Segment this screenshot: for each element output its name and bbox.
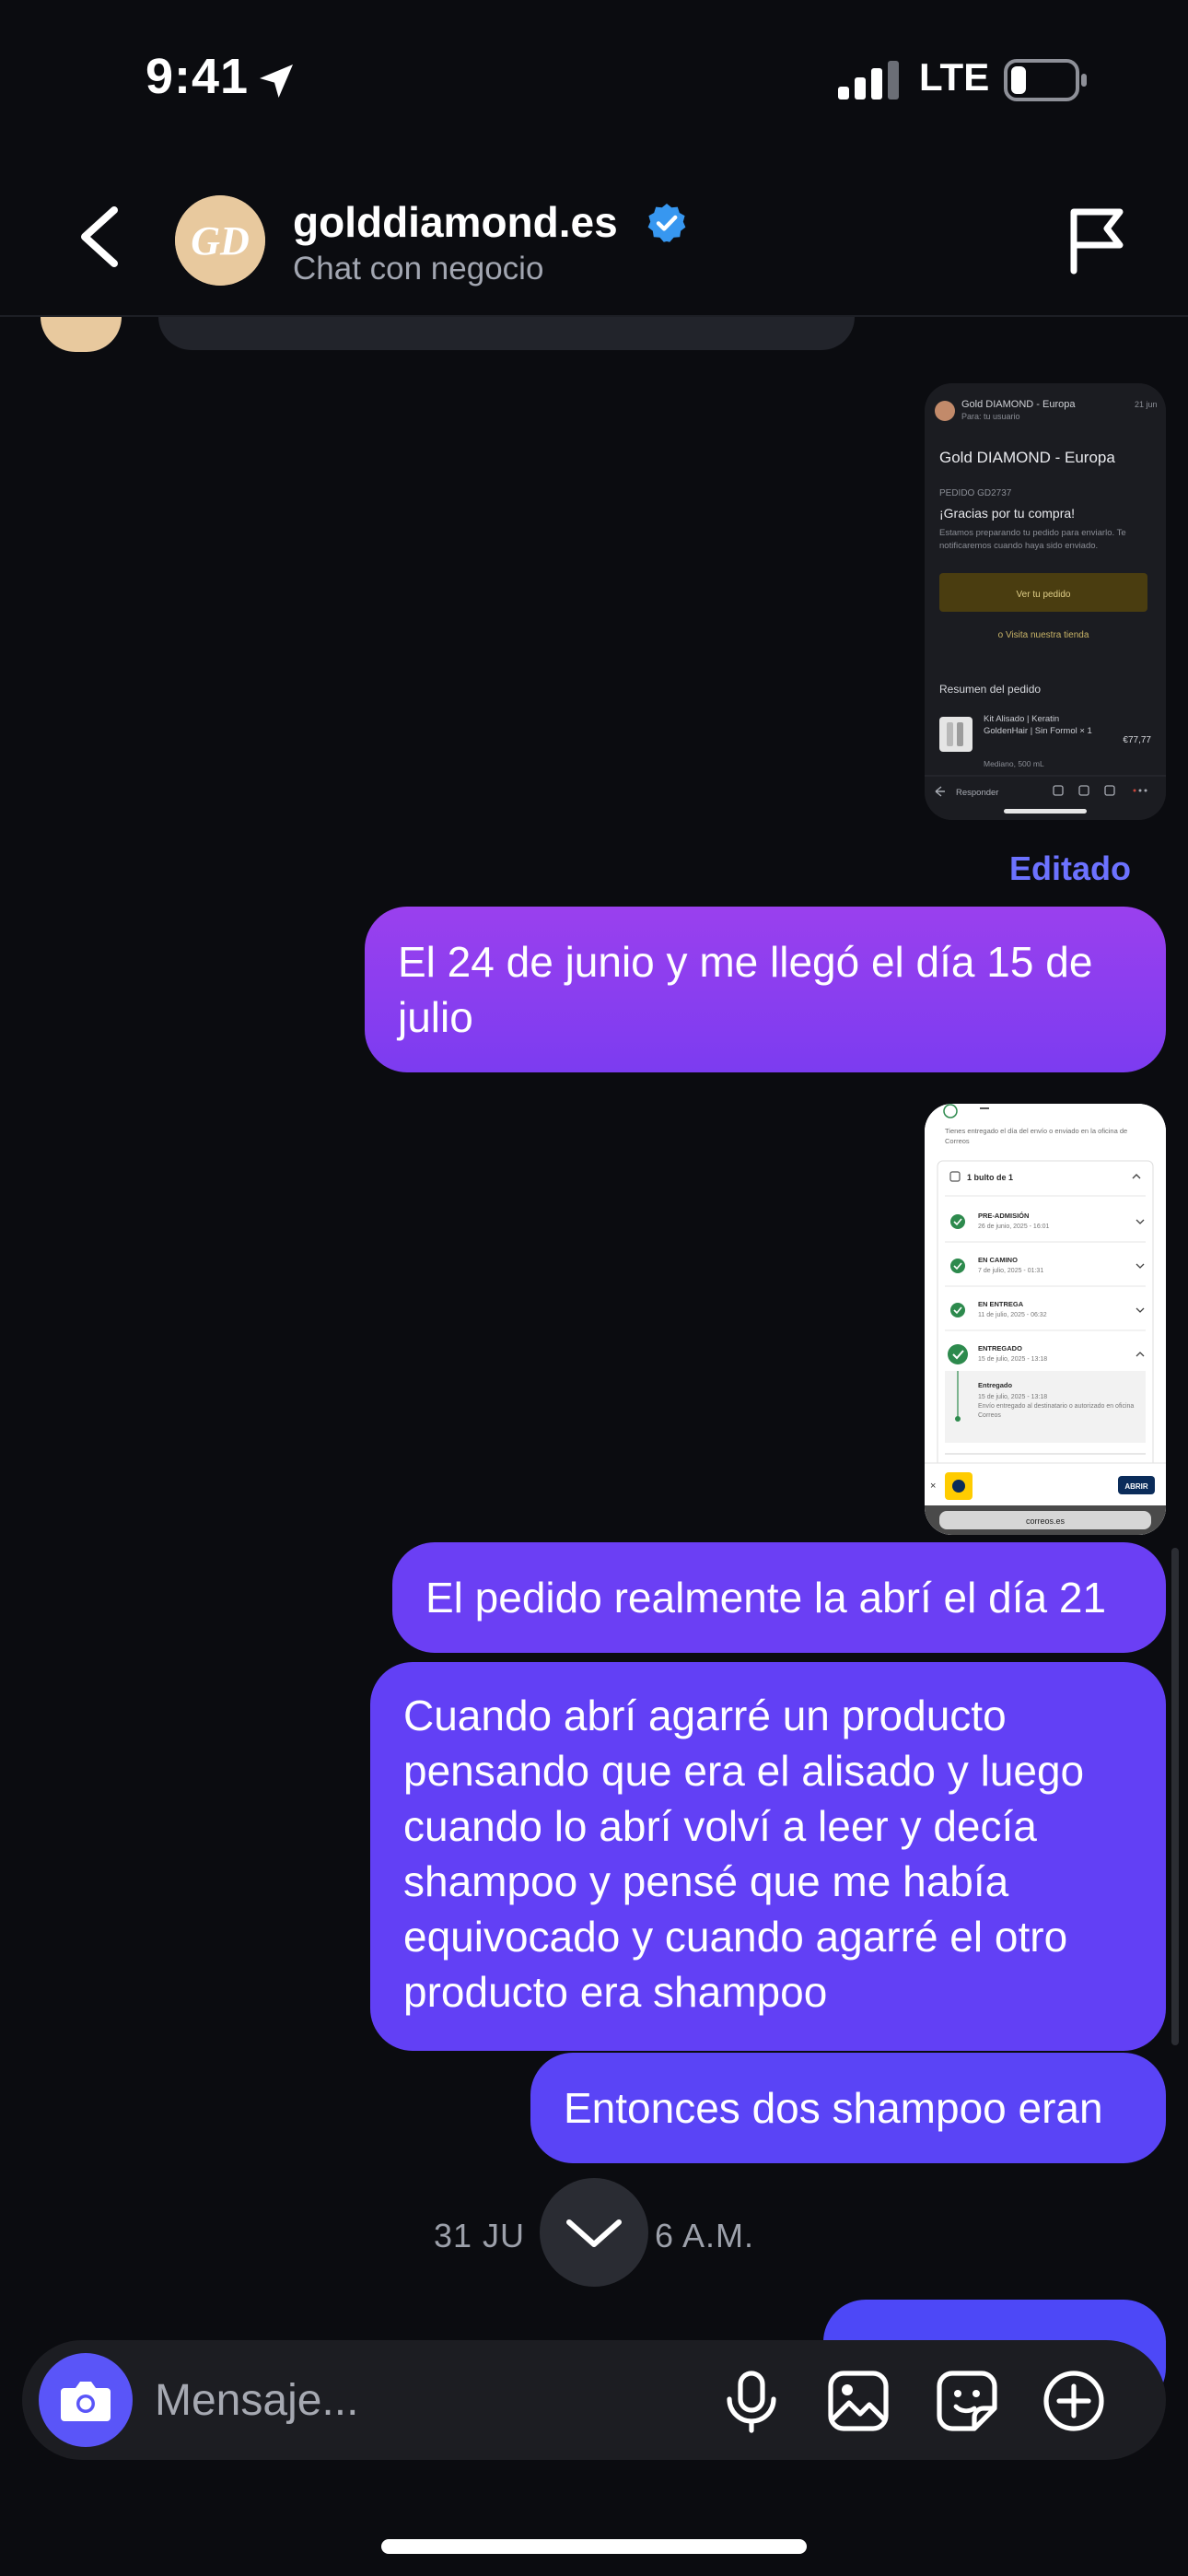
message-bubble[interactable]: Entonces dos shampoo eran <box>530 2053 1166 2163</box>
tracking-top-text: Tienes entregado el día del envío o envi… <box>945 1127 1128 1145</box>
microphone-icon[interactable] <box>718 2368 785 2434</box>
message-bubble[interactable]: Cuando abrí agarré un producto pensando … <box>370 1662 1166 2051</box>
svg-text:×: × <box>930 1481 936 1492</box>
tracking-screenshot[interactable]: Tienes entregado el día del envío o envi… <box>925 1104 1166 1535</box>
svg-text:26 de junio, 2025 - 16:01: 26 de junio, 2025 - 16:01 <box>978 1224 1050 1230</box>
sticker-icon[interactable] <box>934 2368 1000 2434</box>
email-sender-avatar <box>935 401 955 421</box>
product-name: Kit Alisado | Keratin GoldenHair | Sin F… <box>984 714 1092 736</box>
scroll-to-bottom-button[interactable] <box>540 2178 648 2287</box>
camera-icon <box>61 2382 111 2421</box>
message-bubble[interactable]: El pedido realmente la abrí el día 21 <box>392 1542 1166 1653</box>
svg-text:GD: GD <box>191 218 250 263</box>
svg-text:EN ENTREGA: EN ENTREGA <box>978 1300 1024 1308</box>
status-time: 9:41 <box>146 49 250 104</box>
image-icon[interactable] <box>825 2368 891 2434</box>
chevron-left-icon[interactable] <box>76 205 122 269</box>
business-name[interactable]: golddiamond.es <box>293 197 618 247</box>
previous-message-bubble[interactable] <box>158 317 855 350</box>
product-size: Mediano, 500 mL <box>984 759 1044 768</box>
svg-text:PRE-ADMISIÓN: PRE-ADMISIÓN <box>978 1212 1029 1220</box>
svg-text:ABRIR: ABRIR <box>1124 1482 1148 1491</box>
status-bar: 9:41 LTE <box>0 0 1188 157</box>
package-count: 1 bulto de 1 <box>967 1173 1013 1182</box>
chat-subtitle: Chat con negocio <box>293 251 544 287</box>
location-arrow-icon <box>260 64 293 98</box>
message-bubble[interactable]: El 24 de junio y me llegó el día 15 de j… <box>365 907 1166 1072</box>
battery-icon <box>1004 59 1087 101</box>
svg-text:7 de julio, 2025 - 01:31: 7 de julio, 2025 - 01:31 <box>978 1268 1043 1274</box>
delivered-detail-body: Envío entregado al destinatario o autori… <box>978 1403 1135 1419</box>
verified-badge-icon <box>647 204 686 242</box>
delivered-detail-date: 15 de julio, 2025 - 13:18 <box>978 1394 1047 1400</box>
email-date: 21 jun <box>1135 400 1158 409</box>
svg-text:15 de julio, 2025 - 13:18: 15 de julio, 2025 - 13:18 <box>978 1356 1047 1363</box>
email-sender: Gold DIAMOND - Europa <box>961 399 1076 410</box>
home-indicator <box>381 2539 807 2554</box>
view-order-label: Ver tu pedido <box>1017 590 1071 600</box>
chevron-down-icon <box>566 2219 622 2247</box>
email-thanks: ¡Gracias por tu compra! <box>939 506 1075 521</box>
order-email-screenshot[interactable]: Gold DIAMOND - Europa Para: tu usuario 2… <box>925 383 1166 820</box>
message-input[interactable] <box>155 2366 707 2434</box>
message-list[interactable]: Gold DIAMOND - Europa Para: tu usuario 2… <box>0 317 1188 2410</box>
message-composer <box>22 2340 1166 2460</box>
browser-url: correos.es <box>1026 1516 1066 1526</box>
scrollbar[interactable] <box>1171 1548 1179 2045</box>
product-thumbnail <box>939 717 973 752</box>
business-avatar-small <box>41 317 122 352</box>
email-order-number: PEDIDO GD2737 <box>939 488 1012 498</box>
delivered-detail-title: Entregado <box>978 1381 1013 1389</box>
svg-text:ENTREGADO: ENTREGADO <box>978 1344 1022 1352</box>
network-type: LTE <box>919 55 990 99</box>
product-price: €77,77 <box>1123 735 1151 745</box>
email-body: Estamos preparando tu pedido para enviar… <box>939 528 1126 551</box>
email-to: Para: tu usuario <box>961 412 1020 421</box>
plus-circle-icon[interactable] <box>1041 2368 1107 2434</box>
svg-text:11 de julio, 2025 - 06:32: 11 de julio, 2025 - 06:32 <box>978 1312 1047 1318</box>
camera-button[interactable] <box>39 2353 133 2447</box>
order-summary-title: Resumen del pedido <box>939 683 1041 696</box>
cell-signal-icon <box>838 61 899 100</box>
edited-label: Editado <box>1009 849 1131 887</box>
business-logo: GD <box>175 195 265 286</box>
email-title: Gold DIAMOND - Europa <box>939 449 1115 466</box>
reply-label: Responder <box>956 788 998 798</box>
business-avatar[interactable]: GD <box>175 195 265 286</box>
flag-icon[interactable] <box>1068 206 1125 275</box>
visit-store-link: o Visita nuestra tienda <box>998 630 1089 640</box>
chat-header: GD golddiamond.es Chat con negocio <box>0 157 1188 317</box>
svg-text:EN CAMINO: EN CAMINO <box>978 1256 1018 1264</box>
